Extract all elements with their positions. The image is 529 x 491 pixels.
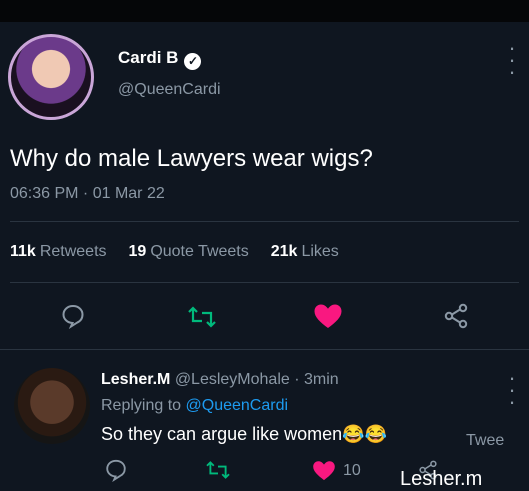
avatar[interactable] (8, 34, 94, 120)
tweet-timestamp[interactable]: 06:36 PM · 01 Mar 22 (10, 185, 165, 203)
more-options-icon[interactable]: · · · (506, 37, 518, 83)
reply-header: Lesher.M @LesleyMohale · 3min (101, 371, 339, 389)
reply-like-count: 10 (343, 462, 361, 479)
reply-reply-icon[interactable] (104, 458, 128, 482)
reply-like-icon[interactable] (312, 460, 336, 481)
replying-to-handle[interactable]: @QueenCardi (186, 397, 289, 414)
quotes-count: 19 (128, 243, 147, 260)
watermark: Lesher.m (400, 468, 483, 490)
reply-icon[interactable] (60, 303, 86, 329)
author-name-text: Cardi B (118, 48, 179, 67)
author-handle[interactable]: @QueenCardi (118, 81, 221, 99)
retweets-stat[interactable]: 11k Retweets (10, 243, 107, 261)
like-icon[interactable] (313, 303, 343, 329)
divider (10, 282, 519, 283)
likes-stat[interactable]: 21k Likes (271, 243, 339, 261)
share-icon[interactable] (443, 303, 469, 329)
status-bar (0, 0, 529, 22)
divider (0, 349, 529, 350)
replying-to-prefix: Replying to (101, 397, 182, 414)
likes-label: Likes (301, 243, 339, 260)
reply-author-name[interactable]: Lesher.M (101, 371, 170, 388)
reply-author-handle[interactable]: @LesleyMohale (175, 371, 290, 388)
quotes-stat[interactable]: 19 Quote Tweets (129, 243, 249, 261)
likes-count: 21k (270, 243, 298, 260)
author-name[interactable]: Cardi B ✓ (118, 48, 202, 70)
retweets-label: Retweets (39, 243, 107, 260)
quotes-label: Quote Tweets (150, 243, 249, 260)
verified-icon: ✓ (184, 53, 202, 70)
retweets-count: 11k (10, 243, 36, 260)
tweet-text: Why do male Lawyers wear wigs? (10, 145, 373, 172)
reply-text: So they can argue like women😂😂 (101, 424, 387, 444)
reply-time: · 3min (294, 371, 339, 388)
replying-to: Replying to @QueenCardi (101, 397, 288, 415)
reply-more-options-icon[interactable]: · · · (506, 367, 518, 413)
reply-retweet-icon[interactable] (205, 459, 231, 481)
reply-avatar[interactable] (14, 368, 90, 444)
tweet-stats: 11k Retweets 19 Quote Tweets 21k Likes (10, 243, 339, 261)
retweet-icon[interactable] (187, 304, 217, 330)
divider (10, 221, 519, 222)
tweet-button[interactable]: Twee (466, 432, 504, 450)
